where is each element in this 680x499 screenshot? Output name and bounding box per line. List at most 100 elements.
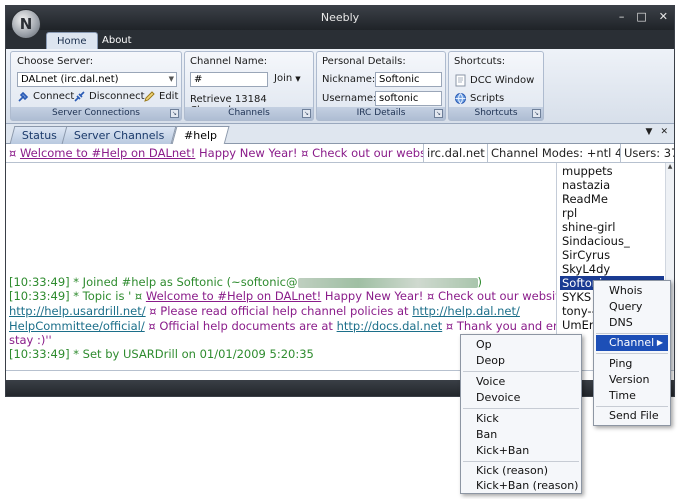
menu-item-whois[interactable]: Whois [596,283,668,299]
user-list-item[interactable]: rpl [560,206,664,220]
channels-caption: Channels [185,107,313,120]
scripts-label: Scripts [470,93,505,104]
app-orb-button[interactable]: N [11,9,41,39]
menu-item-op[interactable]: Op [463,337,579,353]
tab-about[interactable]: About [92,32,142,49]
topic-message-text: Happy New Year! ¤ Check out our website … [321,289,582,303]
close-button[interactable]: ✕ [659,10,668,23]
docs-link[interactable]: http://docs.dal.net [337,319,443,333]
menu-item-voice[interactable]: Voice [463,374,579,390]
menu-item-kick[interactable]: Kick [463,411,579,427]
topic-message-text: ¤ Official help documents are at [144,319,337,333]
scroll-up-icon[interactable]: ▲ [666,163,674,170]
topic-link[interactable]: Welcome to #Help on DALnet! [20,146,195,160]
tab-home[interactable]: Home [46,32,98,49]
menu-separator [463,408,579,409]
minimize-button[interactable]: – [619,10,625,23]
dialog-launcher-icon[interactable]: ↘ [302,109,311,118]
join-message-end: ) [477,275,483,289]
server-connections-group: Choose Server: DALnet (irc.dal.net) ▼ Co… [10,51,182,121]
topic-message: * Topic is ' ¤ [69,289,146,303]
scripts-button[interactable]: Scripts [454,92,504,105]
dcc-window-label: DCC Window [470,75,535,86]
menu-item-send-file[interactable]: Send File [596,408,668,424]
disconnect-button[interactable]: Disconnect [73,90,145,103]
user-context-menu: Op Deop Voice Devoice Kick Ban Kick+Ban … [460,334,582,494]
chat-line: [10:33:49] * Topic is ' ¤ Welcome to #He… [9,289,582,303]
connect-label: Connect [33,91,75,102]
menu-separator [596,406,668,407]
dialog-launcher-icon[interactable]: ↘ [170,109,179,118]
user-count: Users: 37 [620,144,674,162]
server-select[interactable]: DALnet (irc.dal.net) ▼ [17,72,177,87]
user-list-item[interactable]: nastazia [560,178,664,192]
menu-item-deop[interactable]: Deop [463,353,579,369]
ribbon: Choose Server: DALnet (irc.dal.net) ▼ Co… [6,49,674,124]
tab-help-channel-label: #help [184,129,217,142]
username-label: Username: [322,93,377,104]
topic-prefix: ¤ [9,146,20,160]
server-connections-caption: Server Connections [11,107,181,120]
shortcuts-caption: Shortcuts [449,107,543,120]
disconnect-label: Disconnect [89,91,145,102]
menu-item-ping[interactable]: Ping [596,356,668,372]
menu-separator [596,353,668,354]
user-list-item[interactable]: shine-girl [560,220,664,234]
topic-message-text: ¤ Please read official help channel poli… [145,304,413,318]
disconnect-icon [74,91,85,102]
join-button[interactable]: Join ▼ [274,73,301,84]
close-tab-icon[interactable]: ✕ [660,127,668,137]
tab-server-channels[interactable]: Server Channels [61,126,177,144]
dcc-window-button[interactable]: DCC Window [454,74,534,87]
set-by-message: * Set by USARDrill on 01/01/2009 5:20:35 [69,347,314,361]
menu-item-dns[interactable]: DNS [596,315,668,331]
connect-button[interactable]: Connect [17,90,74,103]
menu-item-ban[interactable]: Ban [463,427,579,443]
nickname-input[interactable]: Softonic [375,72,442,87]
policies-link[interactable]: http://help.dal.net/ [412,304,520,318]
menu-item-kick-reason[interactable]: Kick (reason) [463,463,579,479]
username-input[interactable]: softonic [375,91,442,106]
irc-details-group: Personal Details: Nickname: Softonic Use… [316,51,446,121]
redacted-host [297,277,478,288]
connect-icon [18,91,29,102]
title-bar: Neebly – □ ✕ [6,6,674,30]
dialog-launcher-icon[interactable]: ↘ [434,109,443,118]
user-list-item[interactable]: Sindacious_ [560,234,664,248]
chat-line: [10:33:49] * Set by USARDrill on 01/01/2… [9,347,314,361]
menu-separator [596,333,668,334]
chat-line: http://help.usardrill.net/ ¤ Please read… [9,304,520,318]
server-name: irc.dal.net [423,144,488,162]
user-list-item[interactable]: ReadMe [560,192,664,206]
tab-list-dropdown-icon[interactable]: ▼ [646,127,653,137]
menu-item-channel[interactable]: Channel ▶ [596,335,668,351]
timestamp: [10:33:49] [9,275,70,289]
menu-item-time[interactable]: Time [596,388,668,404]
menu-item-version[interactable]: Version [596,372,668,388]
edit-button[interactable]: Edit [143,90,178,103]
menu-item-devoice[interactable]: Devoice [463,390,579,406]
policies-link-cont[interactable]: HelpCommittee/official/ [9,319,145,333]
pencil-icon [144,91,155,102]
tab-help-channel[interactable]: #help [171,126,230,145]
user-list-item[interactable]: SirCyrus [560,248,664,262]
menu-item-kick-ban-reason[interactable]: Kick+Ban (reason) [463,478,579,494]
user-submenu: Whois Query DNS Channel ▶ Ping Version T… [593,280,671,426]
menu-item-query[interactable]: Query [596,299,668,315]
dialog-launcher-icon[interactable]: ↘ [532,109,541,118]
chevron-down-icon: ▼ [295,74,301,83]
website-link[interactable]: http://help.usardrill.net/ [9,304,146,318]
globe-icon [455,93,466,105]
tab-status[interactable]: Status [9,126,70,144]
shortcuts-label: Shortcuts: [454,56,506,67]
maximize-button[interactable]: □ [636,10,646,23]
menu-item-kick-ban[interactable]: Kick+Ban [463,443,579,459]
chat-line: [10:33:49] * Joined #help as Softonic (~… [9,275,482,289]
topic-text: Happy New Year! ¤ Check out our website … [195,146,460,160]
topic-link[interactable]: Welcome to #Help on DALnet! [146,289,321,303]
document-icon [455,74,466,87]
user-list-item[interactable]: muppets [560,164,664,178]
channel-name-label: Channel Name: [190,56,268,67]
user-list-item[interactable]: SkyL4dy [560,262,664,276]
channel-name-input[interactable]: # [190,72,268,87]
